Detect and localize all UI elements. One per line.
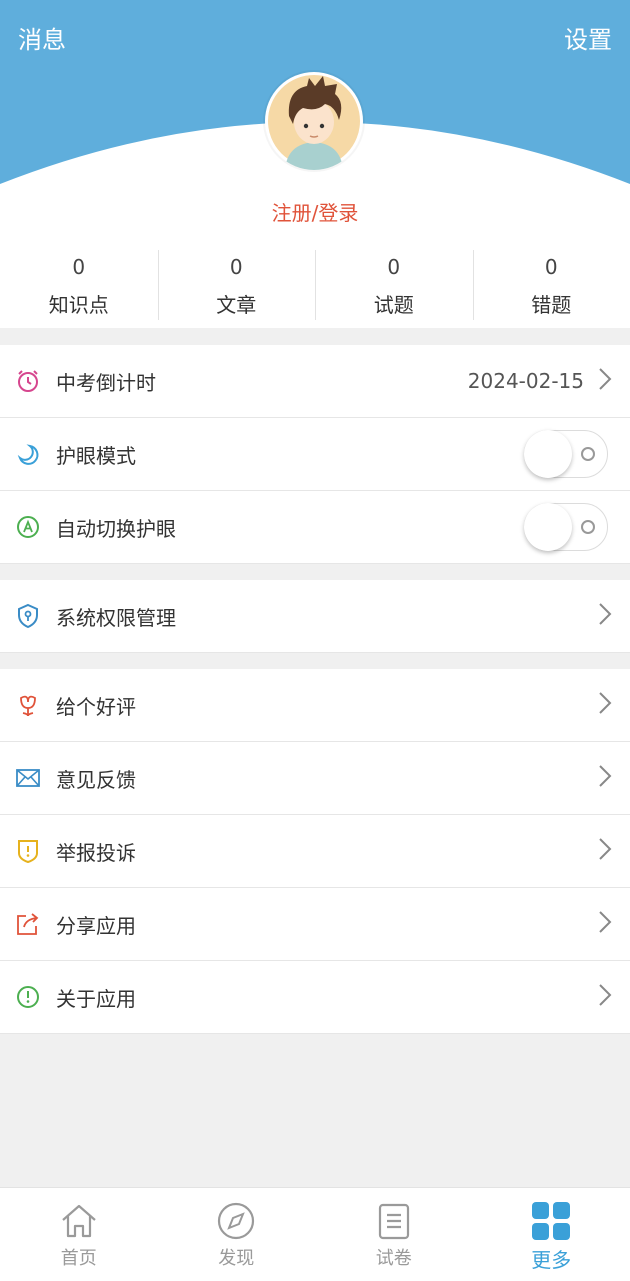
tab-papers[interactable]: 试卷 xyxy=(315,1188,473,1281)
settings-group-3: 给个好评 意见反馈 举报投诉 分享应用 关于应用 xyxy=(0,669,630,1034)
flower-icon xyxy=(14,691,42,719)
chevron-right-icon xyxy=(598,764,612,792)
tab-label: 试卷 xyxy=(315,1244,473,1270)
document-icon xyxy=(315,1200,473,1242)
exam-countdown-date: 2024-02-15 xyxy=(468,369,584,393)
eye-mode-row: 护眼模式 xyxy=(0,418,630,491)
permissions-row[interactable]: 系统权限管理 xyxy=(0,580,630,653)
stat-wrong-questions[interactable]: 0 错题 xyxy=(473,242,630,328)
stat-label: 试题 xyxy=(315,289,473,318)
eye-mode-label: 护眼模式 xyxy=(56,440,524,469)
settings-group-2: 系统权限管理 xyxy=(0,580,630,653)
report-row[interactable]: 举报投诉 xyxy=(0,815,630,888)
auto-switch-icon xyxy=(14,513,42,541)
stat-knowledge-points[interactable]: 0 知识点 xyxy=(0,242,158,328)
rate-app-label: 给个好评 xyxy=(56,691,598,720)
share-icon xyxy=(14,910,42,938)
stat-label: 错题 xyxy=(473,289,630,318)
about-app-row[interactable]: 关于应用 xyxy=(0,961,630,1034)
auto-eye-mode-toggle[interactable] xyxy=(524,503,608,551)
toggle-knob xyxy=(524,430,572,478)
info-icon xyxy=(14,983,42,1011)
chevron-right-icon xyxy=(598,910,612,938)
grid-icon xyxy=(473,1200,630,1242)
auto-eye-mode-row: 自动切换护眼 xyxy=(0,491,630,564)
auto-eye-mode-label: 自动切换护眼 xyxy=(56,513,524,542)
toggle-off-indicator xyxy=(581,447,595,461)
report-label: 举报投诉 xyxy=(56,837,598,866)
stat-value: 0 xyxy=(158,255,316,279)
tab-discover[interactable]: 发现 xyxy=(158,1188,316,1281)
feedback-row[interactable]: 意见反馈 xyxy=(0,742,630,815)
compass-icon xyxy=(158,1200,316,1242)
tab-label: 发现 xyxy=(158,1244,316,1270)
avatar[interactable] xyxy=(265,72,363,170)
alarm-clock-icon xyxy=(14,367,42,395)
about-app-label: 关于应用 xyxy=(56,983,598,1012)
stat-value: 0 xyxy=(0,255,158,279)
messages-link[interactable]: 消息 xyxy=(18,20,66,55)
report-shield-icon xyxy=(14,837,42,865)
share-app-label: 分享应用 xyxy=(56,910,598,939)
exam-countdown-row[interactable]: 中考倒计时 2024-02-15 xyxy=(0,345,630,418)
stat-label: 知识点 xyxy=(0,289,158,318)
envelope-icon xyxy=(14,764,42,792)
chevron-right-icon xyxy=(598,983,612,1011)
stat-label: 文章 xyxy=(158,289,316,318)
moon-icon xyxy=(14,440,42,468)
chevron-right-icon xyxy=(598,602,612,630)
chevron-right-icon xyxy=(598,837,612,865)
stat-questions[interactable]: 0 试题 xyxy=(315,242,473,328)
tab-more[interactable]: 更多 xyxy=(473,1188,630,1281)
tab-home[interactable]: 首页 xyxy=(0,1188,158,1281)
toggle-off-indicator xyxy=(581,520,595,534)
eye-mode-toggle[interactable] xyxy=(524,430,608,478)
home-icon xyxy=(0,1200,158,1242)
stat-value: 0 xyxy=(315,255,473,279)
profile-header: 消息 设置 注册/登录 xyxy=(0,0,630,250)
feedback-label: 意见反馈 xyxy=(56,764,598,793)
tab-label: 更多 xyxy=(473,1244,630,1273)
chevron-right-icon xyxy=(598,367,612,395)
stats-bar: 0 知识点 0 文章 0 试题 0 错题 xyxy=(0,242,630,328)
toggle-knob xyxy=(524,503,572,551)
shield-key-icon xyxy=(14,602,42,630)
exam-countdown-label: 中考倒计时 xyxy=(56,367,468,396)
stat-value: 0 xyxy=(473,255,630,279)
rate-app-row[interactable]: 给个好评 xyxy=(0,669,630,742)
chevron-right-icon xyxy=(598,691,612,719)
login-register-link[interactable]: 注册/登录 xyxy=(0,197,630,226)
stat-articles[interactable]: 0 文章 xyxy=(158,242,316,328)
avatar-image xyxy=(265,72,363,170)
share-app-row[interactable]: 分享应用 xyxy=(0,888,630,961)
bottom-tab-bar: 首页 发现 试卷 更多 xyxy=(0,1187,630,1281)
permissions-label: 系统权限管理 xyxy=(56,602,598,631)
tab-label: 首页 xyxy=(0,1244,158,1270)
settings-group-1: 中考倒计时 2024-02-15 护眼模式 自动切换护眼 xyxy=(0,345,630,564)
settings-link[interactable]: 设置 xyxy=(564,20,612,55)
